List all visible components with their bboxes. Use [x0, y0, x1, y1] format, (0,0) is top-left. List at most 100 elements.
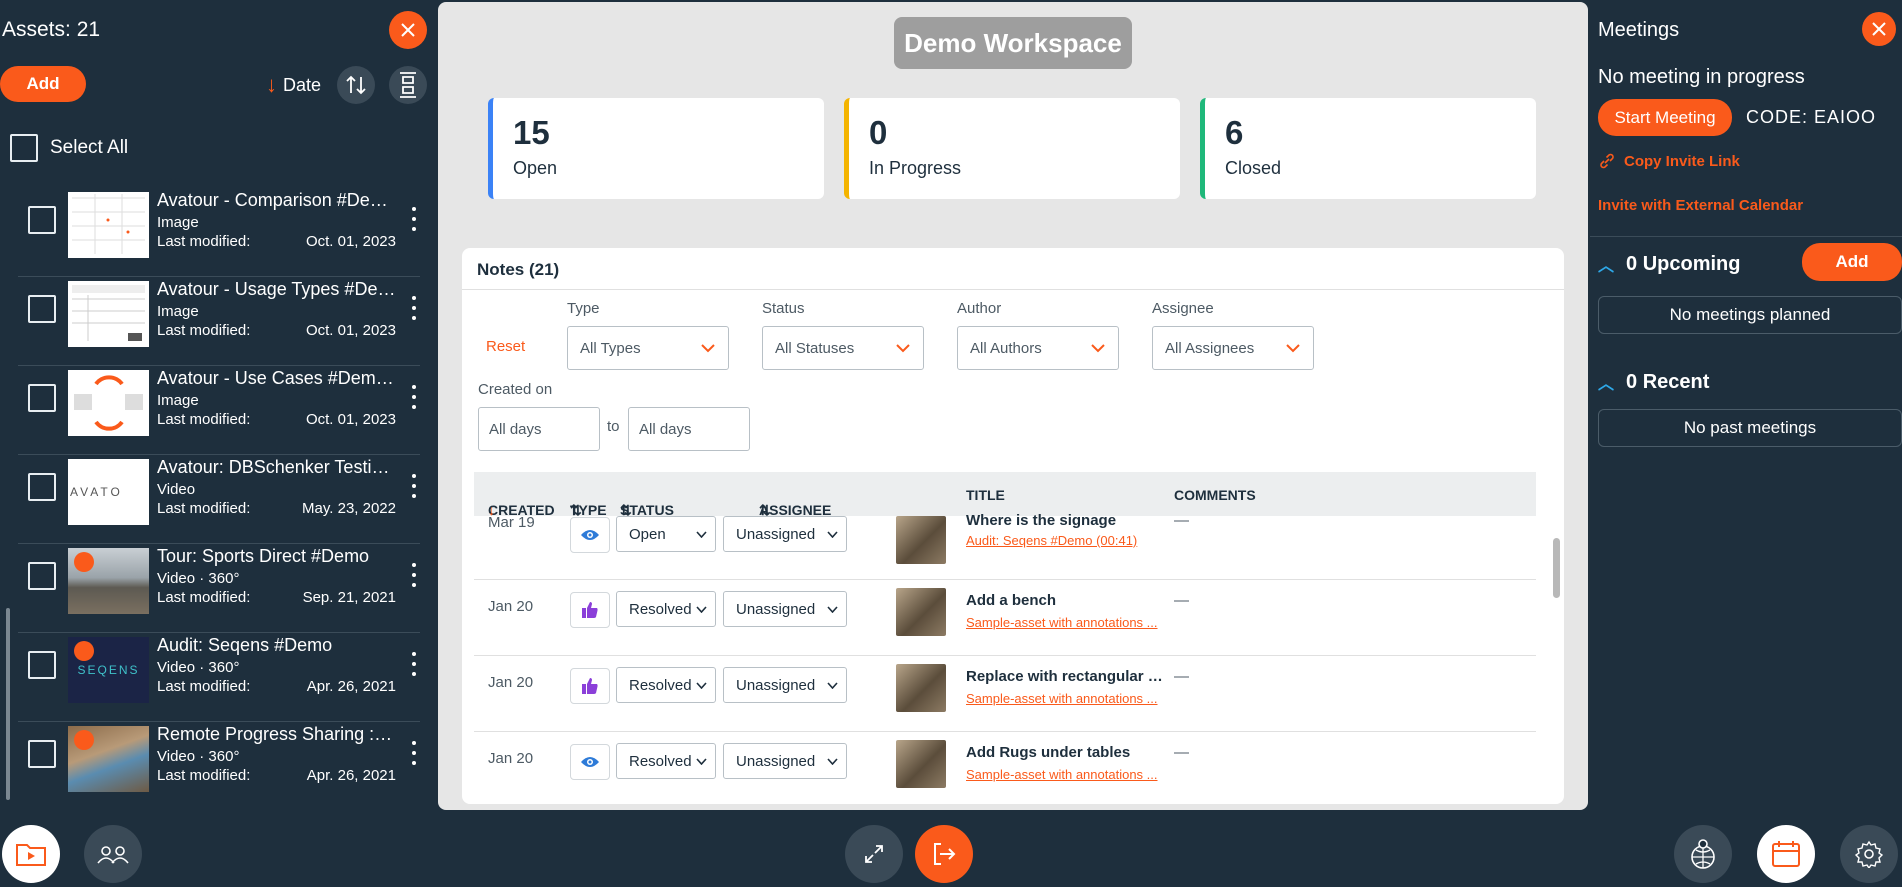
table-row[interactable]: Jan 20 Resolved Unassigned Add Rugs unde… — [474, 732, 1536, 804]
status-select[interactable]: Resolved — [616, 667, 716, 703]
stat-value: 6 — [1225, 114, 1244, 151]
note-thumbnail[interactable] — [896, 588, 946, 636]
asset-checkbox[interactable] — [28, 740, 56, 768]
select-all[interactable]: Select All — [10, 134, 128, 162]
note-title[interactable]: Add Rugs under tables — [966, 744, 1166, 761]
asset-date: Oct. 01, 2023 — [305, 233, 396, 250]
author-filter-select[interactable]: All Authors — [957, 326, 1119, 370]
chevron-down-icon — [827, 682, 838, 689]
assignee-select[interactable]: Unassigned — [723, 667, 847, 703]
upcoming-section-toggle[interactable]: ︿ 0 Upcoming — [1598, 252, 1740, 276]
type-like-button[interactable] — [570, 668, 610, 704]
reset-filters-button[interactable]: Reset — [486, 338, 525, 355]
asset-thumbnail — [68, 726, 149, 792]
list-item[interactable]: SEQENS Audit: Seqens #Demo Video · 360° … — [18, 633, 420, 722]
invite-external-calendar-link[interactable]: Invite with External Calendar — [1598, 197, 1803, 214]
stat-open[interactable]: 15 Open — [488, 98, 824, 199]
more-options-icon[interactable] — [408, 293, 420, 323]
list-item[interactable]: Avatour - Usage Types #Dem... Image Last… — [18, 277, 420, 366]
stat-closed[interactable]: 6 Closed — [1200, 98, 1536, 199]
asset-checkbox[interactable] — [28, 473, 56, 501]
list-item[interactable]: Tour: Sports Direct #Demo Video · 360° L… — [18, 544, 420, 633]
settings-tab-button[interactable] — [1840, 825, 1898, 883]
row-created: Jan 20 — [488, 750, 534, 767]
assignee-select[interactable]: Unassigned — [723, 516, 847, 552]
type-observation-button[interactable] — [570, 517, 610, 553]
table-row[interactable]: Mar 19 Open Unassigned Where is the sign… — [474, 512, 1536, 580]
select-all-checkbox[interactable] — [10, 134, 38, 162]
360-pin-icon — [74, 552, 94, 572]
note-title[interactable]: Replace with rectangular ta... — [966, 668, 1166, 685]
type-like-button[interactable] — [570, 592, 610, 628]
close-assets-button[interactable] — [389, 11, 427, 49]
created-to-input[interactable]: All days — [628, 407, 750, 451]
asset-checkbox[interactable] — [28, 206, 56, 234]
notes-scrollbar[interactable] — [1553, 538, 1560, 598]
type-observation-button[interactable] — [570, 744, 610, 780]
author-filter-label: Author — [957, 300, 1002, 317]
list-item[interactable]: Remote Progress Sharing : C... Video · 3… — [18, 722, 420, 808]
add-asset-button[interactable]: Add — [0, 66, 86, 102]
copy-invite-link[interactable]: Copy Invite Link — [1598, 152, 1740, 170]
assets-scrollbar[interactable] — [6, 608, 10, 800]
assignee-select[interactable]: Unassigned — [723, 591, 847, 627]
chevron-up-icon: ︿ — [1598, 376, 1615, 393]
sort-order-button[interactable] — [337, 66, 375, 104]
fullscreen-button[interactable] — [845, 825, 903, 883]
recent-section-toggle[interactable]: ︿ 0 Recent — [1598, 370, 1709, 394]
note-asset-link[interactable]: Audit: Seqens #Demo (00:41) — [966, 533, 1168, 548]
note-asset-link[interactable]: Sample-asset with annotations ... — [966, 691, 1168, 706]
status-select[interactable]: Open — [616, 516, 716, 552]
view-toggle-button[interactable] — [389, 66, 427, 104]
chevron-down-icon — [701, 344, 715, 353]
meetings-tab-button[interactable] — [1757, 825, 1815, 883]
participants-tab-button[interactable] — [84, 825, 142, 883]
type-filter-select[interactable]: All Types — [567, 326, 729, 370]
stat-in-progress[interactable]: 0 In Progress — [844, 98, 1180, 199]
note-title[interactable]: Add a bench — [966, 592, 1166, 609]
seqens-logo: SEQENS — [77, 663, 140, 677]
more-options-icon[interactable] — [408, 204, 420, 234]
stat-value: 0 — [869, 114, 888, 151]
close-meetings-button[interactable] — [1862, 12, 1896, 46]
stat-label: In Progress — [869, 158, 962, 178]
asset-kind: Video · 360° — [157, 659, 240, 676]
asset-checkbox[interactable] — [28, 295, 56, 323]
list-item[interactable]: Avatour - Comparison #Dem... Image Last … — [18, 188, 420, 277]
more-options-icon[interactable] — [408, 382, 420, 412]
assignee-filter-label: Assignee — [1152, 300, 1214, 317]
asset-name: Audit: Seqens #Demo — [157, 635, 333, 655]
asset-checkbox[interactable] — [28, 384, 56, 412]
assignee-filter-select[interactable]: All Assignees — [1152, 326, 1314, 370]
note-asset-link[interactable]: Sample-asset with annotations ... — [966, 615, 1168, 630]
list-item[interactable]: AVATO Avatour: DBSchenker Testim... Vide… — [18, 455, 420, 544]
assignee-select[interactable]: Unassigned — [723, 743, 847, 779]
created-from-input[interactable]: All days — [478, 407, 600, 451]
map-tab-button[interactable] — [1674, 825, 1732, 883]
more-options-icon[interactable] — [408, 560, 420, 590]
notes-header: Notes (21) — [462, 248, 1564, 290]
note-thumbnail[interactable] — [896, 664, 946, 712]
note-thumbnail[interactable] — [896, 740, 946, 788]
note-title[interactable]: Where is the signage — [966, 512, 1166, 529]
assets-tab-button[interactable] — [2, 825, 60, 883]
note-thumbnail[interactable] — [896, 516, 946, 564]
start-meeting-button[interactable]: Start Meeting — [1598, 99, 1732, 136]
status-select[interactable]: Resolved — [616, 743, 716, 779]
status-filter-select[interactable]: All Statuses — [762, 326, 924, 370]
note-asset-link[interactable]: Sample-asset with annotations ... — [966, 767, 1168, 782]
asset-checkbox[interactable] — [28, 651, 56, 679]
sort-by-date[interactable]: ↓ Date — [266, 72, 321, 98]
table-row[interactable]: Jan 20 Resolved Unassigned Add a bench S… — [474, 580, 1536, 656]
more-options-icon[interactable] — [408, 649, 420, 679]
exit-workspace-button[interactable] — [915, 825, 973, 883]
more-options-icon[interactable] — [408, 738, 420, 768]
asset-checkbox[interactable] — [28, 562, 56, 590]
note-comments: — — [1174, 512, 1189, 529]
chevron-down-icon — [827, 758, 838, 765]
table-row[interactable]: Jan 20 Resolved Unassigned Replace with … — [474, 656, 1536, 732]
status-select[interactable]: Resolved — [616, 591, 716, 627]
list-item[interactable]: Avatour - Use Cases #Demo.... Image Last… — [18, 366, 420, 455]
add-meeting-button[interactable]: Add — [1802, 243, 1902, 281]
more-options-icon[interactable] — [408, 471, 420, 501]
